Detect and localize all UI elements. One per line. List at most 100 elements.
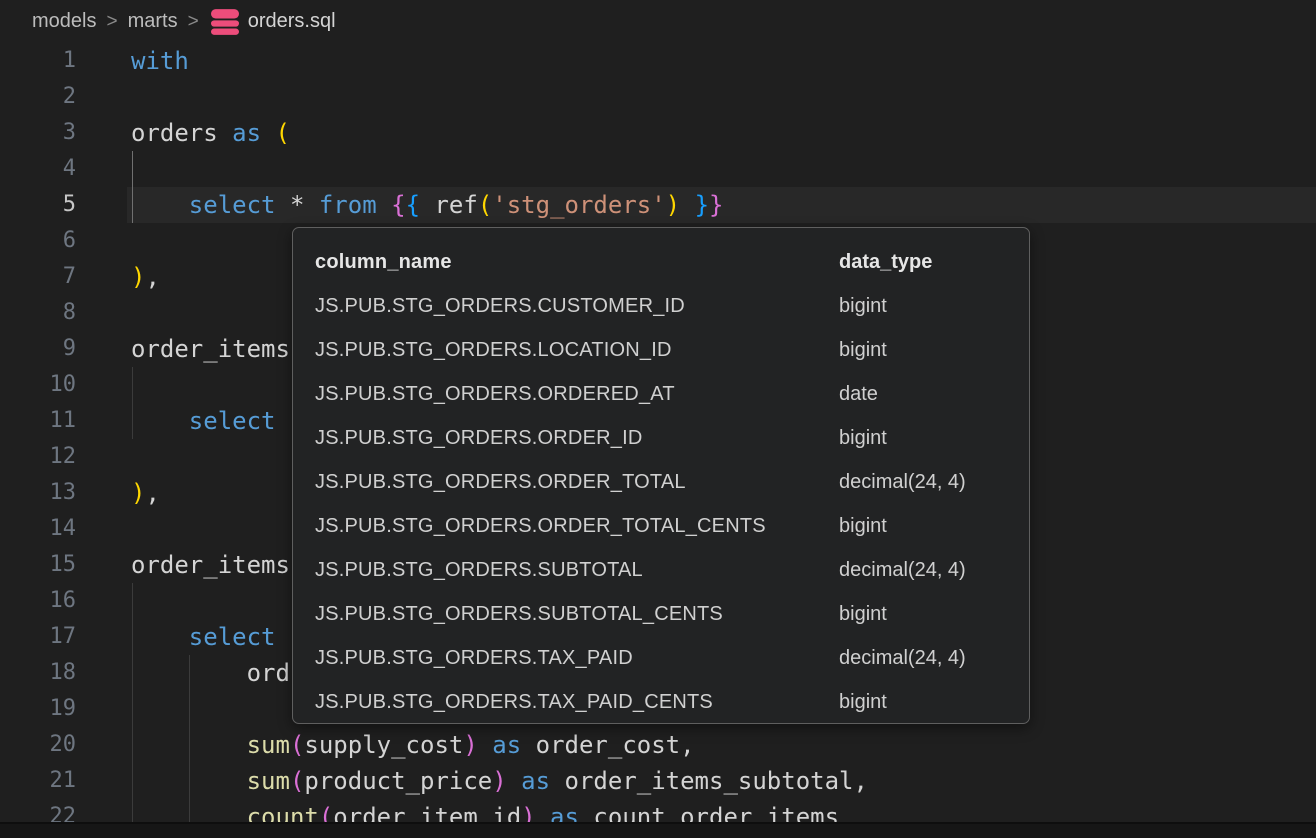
code-token: ,	[854, 767, 868, 795]
data-type-cell: bigint	[839, 328, 887, 372]
line-number[interactable]: 4	[0, 151, 76, 187]
line-number[interactable]: 15	[0, 547, 76, 583]
code-token: }	[695, 191, 709, 219]
code-text: sum(product_price) as order_items_subtot…	[131, 763, 868, 799]
column-name-cell: JS.PUB.STG_ORDERS.TAX_PAID	[315, 636, 633, 680]
data-type-cell: bigint	[839, 284, 887, 328]
code-token: order_cost	[536, 731, 681, 759]
code-token: order_items	[131, 551, 290, 579]
column-table-row: JS.PUB.STG_ORDERS.ORDER_TOTAL_CENTSbigin…	[293, 504, 1029, 548]
line-number[interactable]: 12	[0, 439, 76, 475]
code-token: (	[478, 191, 492, 219]
column-name-header: column_name	[315, 240, 452, 284]
breadcrumb-separator: >	[188, 11, 199, 33]
column-table-row: JS.PUB.STG_ORDERS.LOCATION_ID bigint	[293, 328, 1029, 372]
code-token: sum	[247, 731, 290, 759]
code-token: product_price	[304, 767, 492, 795]
code-token: }	[709, 191, 723, 219]
code-token	[131, 767, 247, 795]
column-name-cell: JS.PUB.STG_ORDERS.ORDER_ID	[315, 416, 643, 460]
code-token: {	[406, 191, 420, 219]
line-number[interactable]: 1	[0, 43, 76, 79]
code-token	[131, 191, 189, 219]
code-token: (	[276, 119, 290, 147]
column-table-row: JS.PUB.STG_ORDERS.TAX_PAID_CENTS bigint	[293, 680, 1029, 724]
column-table-row: JS.PUB.STG_ORDERS.TAX_PAID decimal(24, 4)	[293, 636, 1029, 680]
code-line[interactable]: 20 sum(supply_cost) as order_cost,	[0, 727, 1316, 763]
code-token: select	[189, 623, 276, 651]
code-line[interactable]: 3orders as (	[0, 115, 1316, 151]
data-type-cell: bigint	[839, 592, 887, 636]
line-number[interactable]: 21	[0, 763, 76, 799]
column-name-cell: JS.PUB.STG_ORDERS.CUSTOMER_ID	[315, 284, 685, 328]
line-number[interactable]: 16	[0, 583, 76, 619]
indent-guide-active	[132, 151, 133, 187]
code-token: select	[189, 191, 276, 219]
code-text: select	[131, 619, 276, 655]
column-table-row: JS.PUB.STG_ORDERS.ORDER_TOTAL decimal(24,…	[293, 460, 1029, 504]
breadcrumb-item-marts[interactable]: marts	[128, 10, 178, 33]
line-number[interactable]: 14	[0, 511, 76, 547]
code-token: ref	[434, 191, 477, 219]
code-token	[478, 731, 492, 759]
column-table-row: JS.PUB.STG_ORDERS.SUBTOTALdecimal(24, 4)	[293, 548, 1029, 592]
line-number[interactable]: 3	[0, 115, 76, 151]
column-table-row: JS.PUB.STG_ORDERS.ORDERED_ATdate	[293, 372, 1029, 416]
line-number[interactable]: 13	[0, 475, 76, 511]
code-token: (	[290, 731, 304, 759]
line-number[interactable]: 6	[0, 223, 76, 259]
code-token: with	[131, 47, 189, 75]
column-table-row: JS.PUB.STG_ORDERS.SUBTOTAL_CENTSbigint	[293, 592, 1029, 636]
line-number[interactable]: 11	[0, 403, 76, 439]
code-line[interactable]: 2	[0, 79, 1316, 115]
code-token: from	[319, 191, 377, 219]
hover-popup-column-table: column_namedata_typeJS.PUB.STG_ORDERS.CU…	[292, 227, 1030, 724]
code-line[interactable]: 1 with	[0, 43, 1316, 79]
code-text: ),	[131, 259, 160, 295]
code-token: sum	[247, 767, 290, 795]
data-type-cell: decimal(24, 4)	[839, 460, 966, 504]
code-line[interactable]: 5 select * from {{ ref('stg_orders') }}	[0, 187, 1316, 223]
code-text: order_items	[131, 547, 290, 583]
code-line[interactable]: 4	[0, 151, 1316, 187]
line-number[interactable]: 17	[0, 619, 76, 655]
breadcrumb-item-models[interactable]: models	[32, 10, 96, 33]
data-type-cell: decimal(24, 4)	[839, 636, 966, 680]
code-token: )	[131, 479, 145, 507]
code-token	[521, 731, 535, 759]
line-number[interactable]: 5	[0, 187, 76, 223]
line-number[interactable]: 10	[0, 367, 76, 403]
code-token: )	[131, 263, 145, 291]
line-number[interactable]: 7	[0, 259, 76, 295]
code-token	[304, 191, 318, 219]
code-token	[550, 767, 564, 795]
code-token: ord	[247, 659, 290, 687]
data-type-cell: bigint	[839, 680, 887, 724]
code-line[interactable]: 21 sum(product_price) as order_items_sub…	[0, 763, 1316, 799]
line-number[interactable]: 9	[0, 331, 76, 367]
code-token: )	[492, 767, 506, 795]
code-token	[218, 119, 232, 147]
line-number[interactable]: 20	[0, 727, 76, 763]
code-token: as	[492, 731, 521, 759]
line-number[interactable]: 8	[0, 295, 76, 331]
code-token	[420, 191, 434, 219]
breadcrumb-separator: >	[106, 11, 117, 33]
column-name-cell: JS.PUB.STG_ORDERS.ORDER_TOTAL	[315, 460, 686, 504]
column-name-cell: JS.PUB.STG_ORDERS.LOCATION_ID	[315, 328, 672, 372]
data-type-cell: bigint	[839, 416, 887, 460]
line-number[interactable]: 18	[0, 655, 76, 691]
code-token	[131, 659, 247, 687]
code-token: 'stg_orders'	[492, 191, 665, 219]
code-token	[377, 191, 391, 219]
code-token: *	[290, 191, 304, 219]
breadcrumb-file[interactable]: orders.sql	[211, 9, 336, 35]
indent-guide	[189, 691, 190, 727]
line-number[interactable]: 19	[0, 691, 76, 727]
code-text: with	[131, 43, 189, 79]
code-token: )	[666, 191, 680, 219]
column-name-cell: JS.PUB.STG_ORDERS.TAX_PAID_CENTS	[315, 680, 713, 724]
code-token: ,	[145, 479, 159, 507]
line-number[interactable]: 2	[0, 79, 76, 115]
indent-guide	[132, 691, 133, 727]
